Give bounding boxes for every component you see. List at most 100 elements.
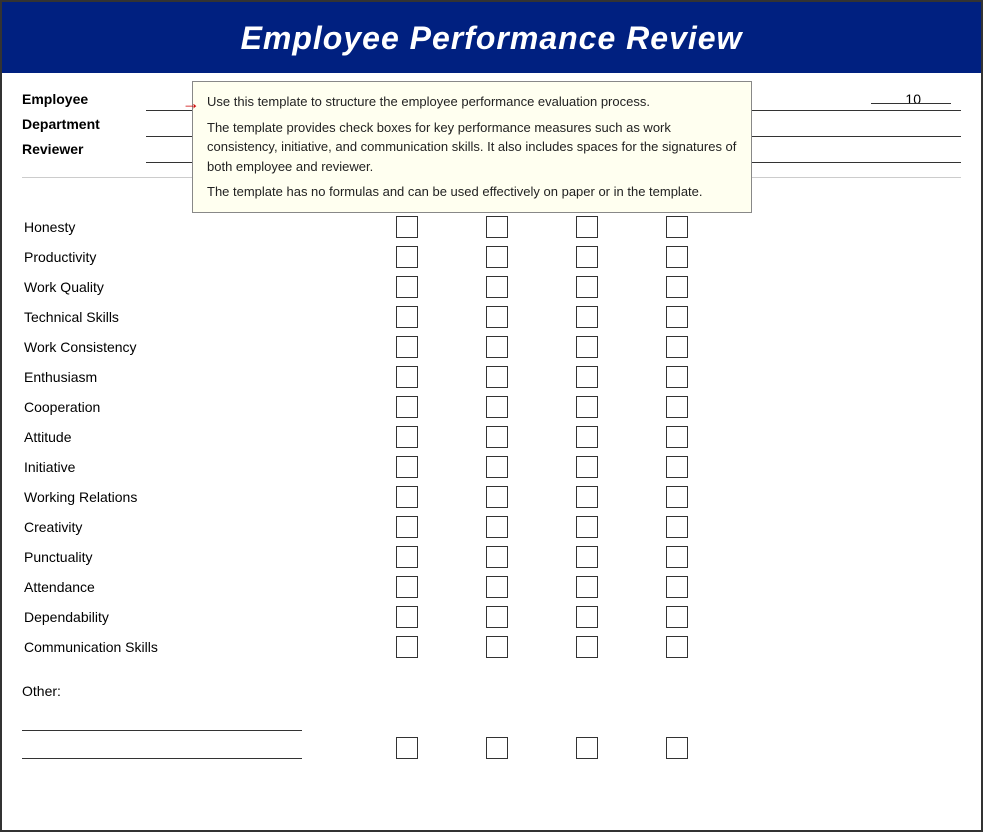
checkbox-good-13[interactable] xyxy=(486,606,508,628)
checkbox-poor-6[interactable] xyxy=(666,396,688,418)
checkbox-fair-0[interactable] xyxy=(576,216,598,238)
checkbox-fair-14[interactable] xyxy=(576,636,598,658)
checkbox-cell-excellent xyxy=(362,246,452,268)
checkbox-poor-0[interactable] xyxy=(666,216,688,238)
checkbox-good-8[interactable] xyxy=(486,456,508,478)
checkbox-poor-2[interactable] xyxy=(666,276,688,298)
checkbox-poor-13[interactable] xyxy=(666,606,688,628)
other-check-excellent[interactable] xyxy=(396,737,418,759)
checkbox-fair-11[interactable] xyxy=(576,546,598,568)
other-check-poor[interactable] xyxy=(666,737,688,759)
checkbox-good-12[interactable] xyxy=(486,576,508,598)
other-lines xyxy=(22,711,362,759)
criteria-row: Work Consistency xyxy=(22,333,961,361)
checkbox-fair-8[interactable] xyxy=(576,456,598,478)
checkbox-cell-poor xyxy=(632,426,722,448)
year-field[interactable] xyxy=(871,103,951,104)
checkbox-excellent-13[interactable] xyxy=(396,606,418,628)
checkbox-excellent-9[interactable] xyxy=(396,486,418,508)
checkbox-fair-13[interactable] xyxy=(576,606,598,628)
checkbox-poor-14[interactable] xyxy=(666,636,688,658)
checkbox-cell-fair xyxy=(542,606,632,628)
checkbox-good-1[interactable] xyxy=(486,246,508,268)
other-check-fair[interactable] xyxy=(576,737,598,759)
checkbox-fair-3[interactable] xyxy=(576,306,598,328)
checkbox-excellent-4[interactable] xyxy=(396,336,418,358)
tooltip-arrow: → xyxy=(182,93,200,114)
checkbox-excellent-5[interactable] xyxy=(396,366,418,388)
checkbox-good-10[interactable] xyxy=(486,516,508,538)
checkbox-poor-1[interactable] xyxy=(666,246,688,268)
checkbox-excellent-1[interactable] xyxy=(396,246,418,268)
checkbox-poor-9[interactable] xyxy=(666,486,688,508)
criteria-row: Enthusiasm xyxy=(22,363,961,391)
checkbox-poor-7[interactable] xyxy=(666,426,688,448)
checkbox-excellent-12[interactable] xyxy=(396,576,418,598)
checkbox-poor-12[interactable] xyxy=(666,576,688,598)
checkbox-good-7[interactable] xyxy=(486,426,508,448)
checkbox-fair-5[interactable] xyxy=(576,366,598,388)
other-check-good[interactable] xyxy=(486,737,508,759)
checkbox-excellent-3[interactable] xyxy=(396,306,418,328)
other-checkbox-poor xyxy=(632,737,722,759)
checkbox-poor-5[interactable] xyxy=(666,366,688,388)
checkbox-cell-excellent xyxy=(362,396,452,418)
tooltip-text1: Use this template to structure the emplo… xyxy=(207,92,737,112)
criteria-row: Initiative xyxy=(22,453,961,481)
criteria-name-7: Attitude xyxy=(22,429,362,445)
checkbox-cell-fair xyxy=(542,306,632,328)
criteria-name-4: Work Consistency xyxy=(22,339,362,355)
criteria-name-8: Initiative xyxy=(22,459,362,475)
checkbox-fair-7[interactable] xyxy=(576,426,598,448)
checkbox-good-9[interactable] xyxy=(486,486,508,508)
criteria-row: Punctuality xyxy=(22,543,961,571)
checkbox-fair-9[interactable] xyxy=(576,486,598,508)
other-line-2[interactable] xyxy=(22,739,302,759)
checkbox-excellent-14[interactable] xyxy=(396,636,418,658)
checkbox-cell-fair xyxy=(542,546,632,568)
checkbox-fair-2[interactable] xyxy=(576,276,598,298)
checkbox-excellent-10[interactable] xyxy=(396,516,418,538)
checkbox-fair-10[interactable] xyxy=(576,516,598,538)
checkbox-good-5[interactable] xyxy=(486,366,508,388)
checkbox-cell-excellent xyxy=(362,306,452,328)
checkbox-cell-good xyxy=(452,276,542,298)
checkbox-good-11[interactable] xyxy=(486,546,508,568)
checkbox-poor-3[interactable] xyxy=(666,306,688,328)
checkbox-cell-excellent xyxy=(362,276,452,298)
other-line-1[interactable] xyxy=(22,711,302,731)
checkbox-excellent-8[interactable] xyxy=(396,456,418,478)
checkbox-excellent-2[interactable] xyxy=(396,276,418,298)
checkbox-cell-poor xyxy=(632,336,722,358)
checkbox-good-2[interactable] xyxy=(486,276,508,298)
criteria-row: Cooperation xyxy=(22,393,961,421)
checkbox-cell-excellent xyxy=(362,546,452,568)
checkbox-good-14[interactable] xyxy=(486,636,508,658)
checkbox-fair-4[interactable] xyxy=(576,336,598,358)
checkbox-excellent-0[interactable] xyxy=(396,216,418,238)
checkbox-cell-poor xyxy=(632,546,722,568)
checkbox-cell-good xyxy=(452,396,542,418)
criteria-name-2: Work Quality xyxy=(22,279,362,295)
checkbox-excellent-7[interactable] xyxy=(396,426,418,448)
checkbox-cell-fair xyxy=(542,486,632,508)
criteria-row: Work Quality xyxy=(22,273,961,301)
checkbox-fair-1[interactable] xyxy=(576,246,598,268)
checkbox-good-0[interactable] xyxy=(486,216,508,238)
info-labels: Employee Department Reviewer xyxy=(22,83,142,163)
checkbox-cell-poor xyxy=(632,636,722,658)
checkbox-poor-8[interactable] xyxy=(666,456,688,478)
checkbox-poor-4[interactable] xyxy=(666,336,688,358)
checkbox-fair-6[interactable] xyxy=(576,396,598,418)
checkbox-cell-poor xyxy=(632,216,722,238)
checkbox-excellent-6[interactable] xyxy=(396,396,418,418)
checkbox-poor-10[interactable] xyxy=(666,516,688,538)
checkbox-cell-excellent xyxy=(362,366,452,388)
checkbox-excellent-11[interactable] xyxy=(396,546,418,568)
checkbox-fair-12[interactable] xyxy=(576,576,598,598)
checkbox-good-6[interactable] xyxy=(486,396,508,418)
checkbox-good-3[interactable] xyxy=(486,306,508,328)
checkbox-good-4[interactable] xyxy=(486,336,508,358)
employee-label: Employee xyxy=(22,87,142,112)
checkbox-poor-11[interactable] xyxy=(666,546,688,568)
